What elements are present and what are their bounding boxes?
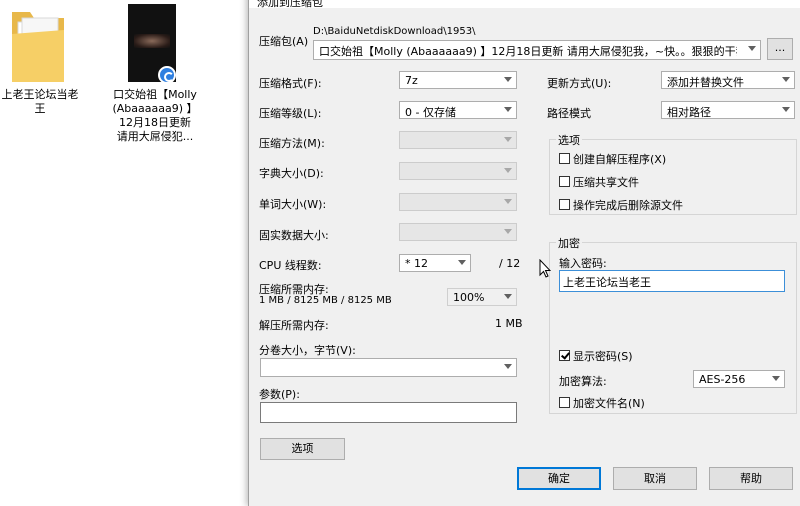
chevron-down-icon [504, 77, 512, 82]
update-select[interactable]: 添加并替换文件 [661, 71, 795, 89]
chevron-down-icon [504, 107, 512, 112]
browse-button[interactable]: ... [767, 38, 793, 60]
dialog-titlebar[interactable]: 添加到压缩包 [249, 0, 800, 9]
desktop-folder[interactable]: 上老王论坛当老 王 [0, 0, 80, 120]
update-value: 添加并替换文件 [667, 76, 744, 89]
password-input[interactable]: 上老王论坛当老王 [559, 270, 785, 292]
format-select[interactable]: 7z [399, 71, 517, 89]
archive-path: D:\BaiduNetdiskDownload\1953\ [313, 26, 476, 37]
chevron-down-icon[interactable] [748, 46, 756, 51]
archive-name-value: 口交始祖【Molly (Abaaaaaa9) 】12月18日更新 请用大屌侵犯我… [319, 45, 737, 58]
solid-select[interactable] [399, 223, 517, 241]
mouse-cursor-icon [539, 259, 551, 278]
show-password-checkbox[interactable] [559, 350, 570, 361]
level-label: 压缩等级(L): [259, 107, 322, 120]
cpu-total: / 12 [499, 257, 521, 270]
password-value: 上老王论坛当老王 [563, 276, 651, 289]
word-label: 单词大小(W): [259, 198, 327, 211]
solid-label: 固实数据大小: [259, 229, 329, 242]
chevron-down-icon [504, 229, 512, 234]
add-to-archive-dialog: 添加到压缩包 压缩包(A) D:\BaiduNetdiskDownload\19… [248, 0, 800, 506]
dict-select[interactable] [399, 162, 517, 180]
chevron-down-icon [782, 107, 790, 112]
volume-label: 分卷大小，字节(V): [259, 344, 356, 357]
mem-percent-select[interactable]: 100% [447, 288, 517, 306]
options-button[interactable]: 选项 [260, 438, 345, 460]
options-group-title: 选项 [556, 132, 582, 148]
video-label-line: 请用大屌侵犯... [116, 130, 194, 143]
encryption-method-label: 加密算法: [559, 375, 607, 388]
update-label: 更新方式(U): [547, 77, 612, 90]
chevron-down-icon [458, 260, 466, 265]
shared-label[interactable]: 压缩共享文件 [573, 174, 639, 190]
delete-checkbox[interactable] [559, 199, 570, 210]
delete-label[interactable]: 操作完成后删除源文件 [573, 197, 683, 213]
password-label: 输入密码: [559, 257, 607, 270]
encryption-method-value: AES-256 [699, 373, 746, 386]
cpu-value: * 12 [405, 257, 428, 270]
level-value: 0 - 仅存储 [405, 106, 456, 119]
mem-compress-detail: 1 MB / 8125 MB / 8125 MB [259, 295, 392, 306]
chevron-down-icon [772, 376, 780, 381]
volume-combo[interactable] [260, 358, 517, 377]
level-select[interactable]: 0 - 仅存储 [399, 101, 517, 119]
chevron-down-icon [504, 364, 512, 369]
video-label-line: 口交始祖【Molly [113, 88, 197, 101]
folder-icon [12, 12, 64, 82]
video-label-line: 12月18日更新 [119, 116, 191, 129]
method-label: 压缩方法(M): [259, 137, 325, 150]
format-label: 压缩格式(F): [259, 77, 322, 90]
format-value: 7z [405, 74, 418, 87]
thumbnail-scene [134, 34, 170, 48]
video-label: 口交始祖【Molly (Abaaaaaa9) 】 12月18日更新 请用大屌侵犯… [100, 88, 210, 144]
cancel-button[interactable]: 取消 [613, 467, 697, 490]
sfx-checkbox[interactable] [559, 153, 570, 164]
show-password-label[interactable]: 显示密码(S) [573, 348, 633, 364]
folder-label: 上老王论坛当老 王 [0, 88, 80, 116]
pathmode-select[interactable]: 相对路径 [661, 101, 795, 119]
chevron-down-icon [782, 77, 790, 82]
method-select[interactable] [399, 131, 517, 149]
mem-decompress-value: 1 MB [495, 317, 523, 330]
chevron-down-icon [504, 168, 512, 173]
desktop-video-file[interactable]: 口交始祖【Molly (Abaaaaaa9) 】 12月18日更新 请用大屌侵犯… [100, 0, 210, 150]
folder-label-line1: 上老王论坛当老 [1, 88, 79, 101]
player-badge-icon [158, 66, 176, 84]
dict-label: 字典大小(D): [259, 167, 324, 180]
dialog-title: 添加到压缩包 [257, 0, 323, 9]
folder-label-line2: 王 [34, 102, 46, 115]
cpu-select[interactable]: * 12 [399, 254, 471, 272]
params-label: 参数(P): [259, 388, 300, 401]
encryption-group-title: 加密 [556, 235, 582, 251]
pathmode-value: 相对路径 [667, 106, 711, 119]
pathmode-label: 路径模式 [547, 107, 591, 120]
shared-checkbox[interactable] [559, 176, 570, 187]
help-button[interactable]: 帮助 [709, 467, 793, 490]
mem-percent-value: 100% [453, 291, 485, 304]
word-select[interactable] [399, 193, 517, 211]
sfx-label[interactable]: 创建自解压程序(X) [573, 151, 666, 167]
encryption-method-select[interactable]: AES-256 [693, 370, 785, 388]
cpu-label: CPU 线程数: [259, 259, 322, 272]
params-input[interactable] [260, 402, 517, 423]
chevron-down-icon [504, 137, 512, 142]
video-label-line: (Abaaaaaa9) 】 [112, 102, 198, 115]
archive-label: 压缩包(A) [259, 35, 309, 48]
ok-button[interactable]: 确定 [517, 467, 601, 490]
chevron-down-icon [504, 294, 512, 299]
chevron-down-icon [504, 199, 512, 204]
encrypt-names-checkbox[interactable] [559, 397, 570, 408]
archive-name-combo[interactable]: 口交始祖【Molly (Abaaaaaa9) 】12月18日更新 请用大屌侵犯我… [313, 40, 761, 60]
encrypt-names-label[interactable]: 加密文件名(N) [573, 395, 645, 411]
mem-decompress-label: 解压所需内存: [259, 319, 329, 332]
